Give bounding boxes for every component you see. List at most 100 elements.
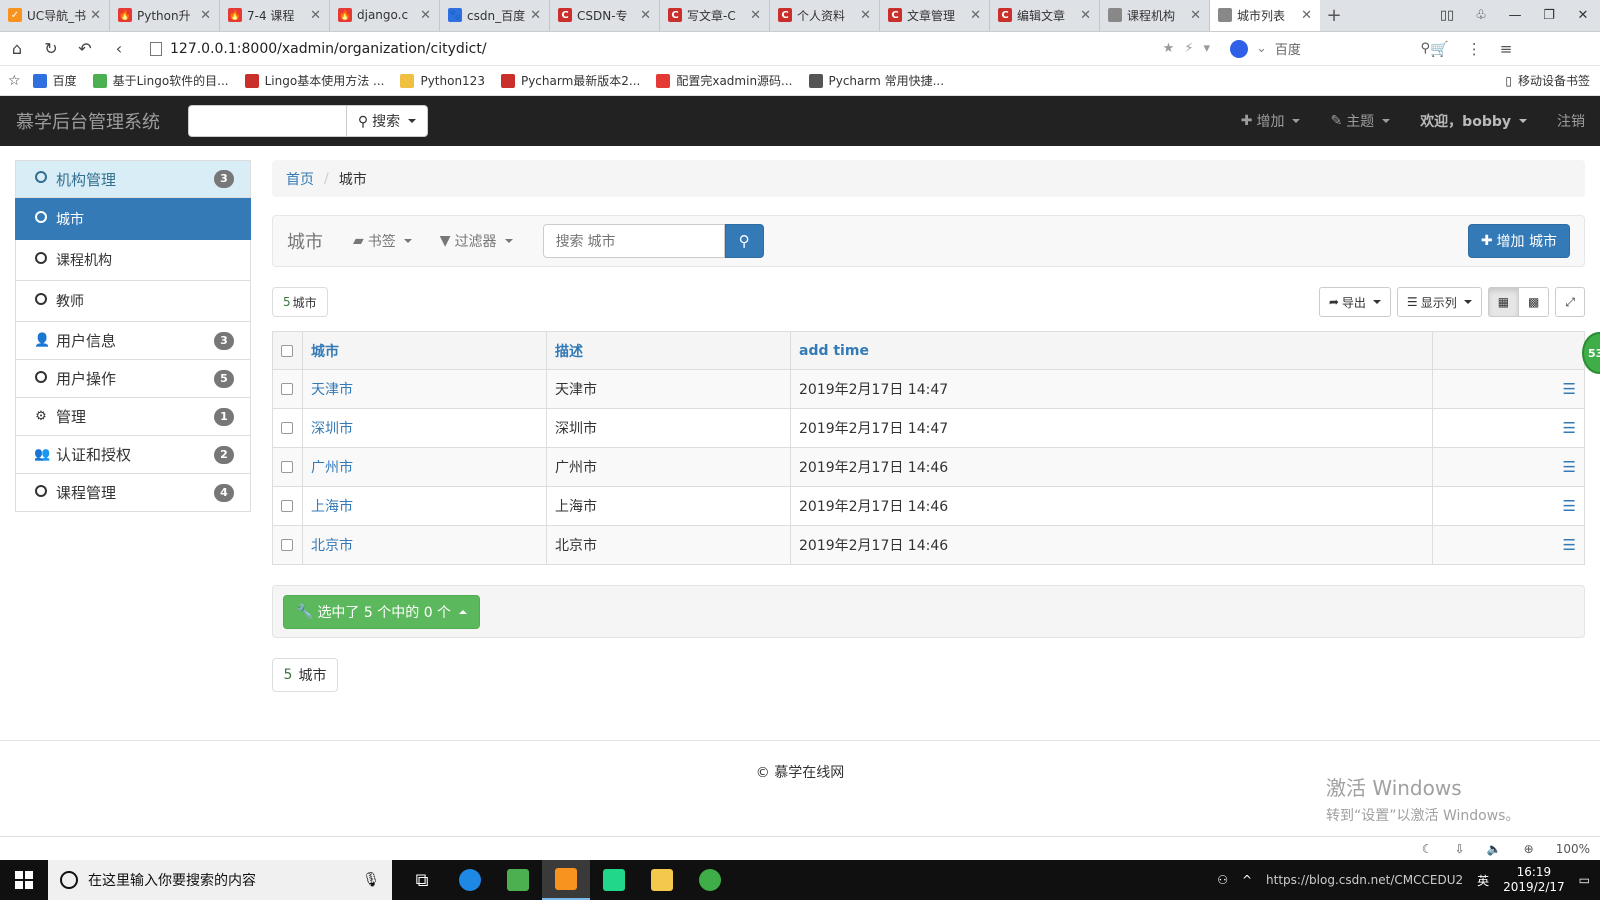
city-name-link[interactable]: 上海市	[311, 499, 353, 515]
search-icon[interactable]: ⚲	[1420, 41, 1430, 56]
bookmark-item[interactable]: Lingo基本使用方法 ...	[244, 72, 384, 89]
bookmark-item[interactable]: 基于Lingo软件的目...	[92, 72, 229, 89]
bookmarks-dropdown[interactable]: ▰ 书签	[353, 231, 412, 251]
url-text[interactable]: 127.0.0.1:8000/xadmin/organization/cityd…	[170, 41, 487, 57]
task-view-icon[interactable]: ⧉	[398, 860, 446, 900]
file-explorer-icon[interactable]	[638, 860, 686, 900]
bookmark-item[interactable]: 配置完xadmin源码...	[656, 72, 793, 89]
export-button[interactable]: ➦ 导出	[1318, 287, 1391, 317]
wechat-icon[interactable]	[686, 860, 734, 900]
close-window-button[interactable]: ✕	[1566, 8, 1600, 23]
tab-close-icon[interactable]: ✕	[420, 8, 431, 23]
sidebar-item[interactable]: 课程机构	[15, 240, 251, 281]
pycharm-icon[interactable]	[590, 860, 638, 900]
column-header-add-time[interactable]: add time	[790, 331, 1433, 370]
search-engine-box[interactable]: ⌄ 百度 ⚲	[1230, 39, 1430, 58]
ime-indicator[interactable]: 英	[1477, 872, 1489, 889]
mobile-bookmarks[interactable]: ▯ 移动设备书签	[1505, 72, 1590, 89]
column-header-desc[interactable]: 描述	[546, 331, 791, 370]
taskbar-search[interactable]: 在这里输入你要搜索的内容 🎙	[48, 860, 392, 900]
bookmark-item[interactable]: Pycharm最新版本2...	[500, 72, 640, 89]
nav-search-button[interactable]: ⚲ 搜索	[346, 105, 428, 137]
reload-icon[interactable]: ↻	[34, 39, 68, 58]
notification-icon[interactable]: ▭	[1579, 873, 1590, 887]
column-header-city[interactable]: 城市	[302, 331, 547, 370]
chevron-down-icon[interactable]: ▾	[1203, 41, 1210, 56]
url-field[interactable]: 127.0.0.1:8000/xadmin/organization/cityd…	[150, 36, 1230, 62]
filters-dropdown[interactable]: ▼ 过滤器	[440, 231, 513, 251]
sidebar-item[interactable]: 城市	[15, 198, 251, 240]
tab-close-icon[interactable]: ✕	[200, 8, 211, 23]
bookmark-item[interactable]: 百度	[32, 72, 77, 89]
tab-close-icon[interactable]: ✕	[310, 8, 321, 23]
more-icon[interactable]: ⋮	[1467, 40, 1482, 58]
star-icon[interactable]: ★	[1163, 41, 1175, 56]
edge-icon[interactable]	[446, 860, 494, 900]
row-checkbox[interactable]	[281, 422, 293, 434]
browser-tab[interactable]: 🐾 csdn_百度 ✕	[440, 0, 550, 31]
tab-close-icon[interactable]: ✕	[970, 8, 981, 23]
undo-icon[interactable]: ↶	[68, 39, 102, 58]
new-tab-button[interactable]: +	[1320, 0, 1348, 31]
bookmark-item[interactable]: Pycharm 常用快捷...	[808, 72, 944, 89]
browser-tab[interactable]: 🔥 7-4 课程 ✕	[220, 0, 330, 31]
list-icon[interactable]: ☰	[1563, 380, 1576, 398]
tab-close-icon[interactable]: ✕	[1301, 8, 1312, 23]
city-name-link[interactable]: 天津市	[311, 382, 353, 398]
download-icon[interactable]: ⇩	[1455, 842, 1465, 856]
skin-icon[interactable]: ♧	[1464, 8, 1498, 23]
tab-close-icon[interactable]: ✕	[530, 8, 541, 23]
select-all-checkbox[interactable]	[281, 344, 293, 357]
zoom-icon[interactable]: ⊕	[1524, 842, 1534, 856]
maximize-button[interactable]: ❐	[1532, 8, 1566, 23]
list-icon[interactable]: ☰	[1563, 419, 1576, 437]
tab-close-icon[interactable]: ✕	[640, 8, 651, 23]
layout-large-grid-button[interactable]: ▦	[1487, 287, 1520, 317]
people-icon[interactable]: ⚇	[1217, 873, 1228, 887]
show-hidden-icons[interactable]: ^	[1242, 873, 1252, 887]
microphone-icon[interactable]: 🎙	[362, 872, 380, 888]
fullscreen-button[interactable]: ⤢	[1555, 287, 1585, 317]
city-name-link[interactable]: 北京市	[311, 538, 353, 554]
sidebar-item[interactable]: 教师	[15, 281, 251, 322]
zoom-level[interactable]: 100%	[1556, 842, 1590, 856]
tile-icon[interactable]: ▯▯	[1430, 8, 1464, 23]
nav-logout-link[interactable]: 注销	[1542, 111, 1600, 131]
browser-tab[interactable]: 🔥 django.c ✕	[330, 0, 440, 31]
moon-icon[interactable]: ☾	[1422, 842, 1433, 856]
tab-close-icon[interactable]: ✕	[1190, 8, 1201, 23]
browser-tab[interactable]: 课程机构 ✕	[1100, 0, 1210, 31]
list-search-input[interactable]	[542, 224, 725, 258]
row-checkbox[interactable]	[281, 383, 293, 395]
sidebar-item[interactable]: 用户操作 5	[15, 360, 251, 398]
bookmark-item[interactable]: Python123	[400, 73, 485, 88]
brand-title[interactable]: 慕学后台管理系统	[16, 108, 188, 134]
browser-tab[interactable]: C 个人资料 ✕	[770, 0, 880, 31]
browser-tab[interactable]: C 写文章-C ✕	[660, 0, 770, 31]
back-icon[interactable]: ‹	[102, 39, 136, 58]
breadcrumb-home-link[interactable]: 首页	[286, 169, 314, 189]
star-outline-icon[interactable]: ☆	[8, 73, 21, 89]
add-city-button[interactable]: ✚ 增加 城市	[1467, 224, 1570, 258]
minimize-button[interactable]: —	[1498, 8, 1532, 23]
uc-browser-icon[interactable]	[542, 860, 590, 900]
row-checkbox[interactable]	[281, 461, 293, 473]
taskbar-clock[interactable]: 16:19 2019/2/17	[1503, 865, 1565, 895]
lightning-icon[interactable]: ⚡	[1184, 41, 1193, 56]
list-icon[interactable]: ☰	[1563, 497, 1576, 515]
sidebar-item[interactable]: 👥 认证和授权 2	[15, 436, 251, 474]
city-name-link[interactable]: 广州市	[311, 460, 353, 476]
sidebar-item[interactable]: 课程管理 4	[15, 474, 251, 512]
tab-close-icon[interactable]: ✕	[860, 8, 871, 23]
list-icon[interactable]: ☰	[1563, 458, 1576, 476]
browser-tab[interactable]: 🔥 Python升 ✕	[110, 0, 220, 31]
home-icon[interactable]: ⌂	[0, 39, 34, 58]
bulk-actions-button[interactable]: 🔧 选中了 5 个中的 0 个	[283, 594, 481, 629]
browser-tab[interactable]: C 编辑文章 ✕	[990, 0, 1100, 31]
browser-tab[interactable]: C 文章管理 ✕	[880, 0, 990, 31]
row-checkbox[interactable]	[281, 500, 293, 512]
volume-icon[interactable]: 🔈	[1487, 842, 1502, 856]
sidebar-item[interactable]: ⚙ 管理 1	[15, 398, 251, 436]
browser-tab[interactable]: C CSDN-专 ✕	[550, 0, 660, 31]
start-button[interactable]	[0, 860, 48, 900]
